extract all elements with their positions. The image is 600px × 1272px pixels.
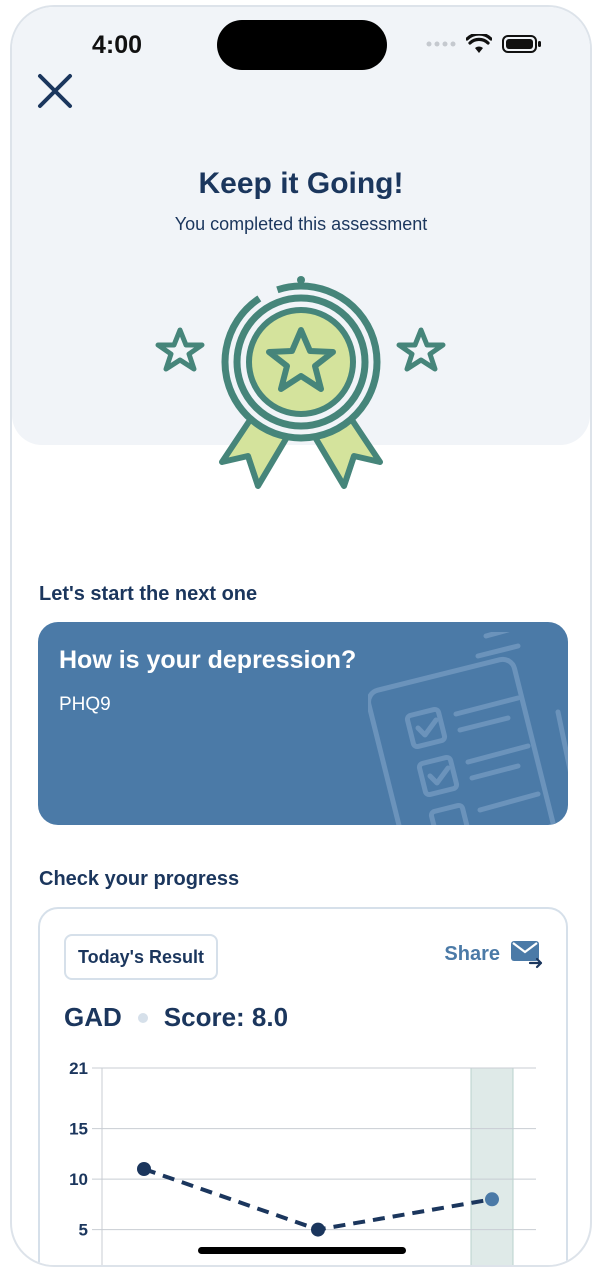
data-point — [311, 1222, 325, 1237]
share-label: Share — [444, 942, 500, 965]
progress-section-title: Check your progress — [39, 868, 240, 890]
y-tick-label: 21 — [69, 1059, 88, 1078]
page-subtitle: You completed this assessment — [174, 214, 428, 234]
y-tick-label: 15 — [69, 1120, 88, 1139]
score-line: GAD Score: 8.0 — [64, 1002, 288, 1033]
separator-dot — [137, 1012, 148, 1023]
next-card-title: How is your depression? — [59, 646, 357, 674]
data-point — [485, 1192, 499, 1207]
next-section-title: Let's start the next one — [39, 583, 258, 605]
status-icons — [426, 34, 542, 54]
score-value: Score: 8.0 — [163, 1002, 289, 1032]
dynamic-island — [217, 20, 387, 70]
left-star-icon — [155, 327, 205, 372]
close-button[interactable] — [34, 70, 76, 112]
phone-screen: 4:00 Keep it Going! You completed this a… — [10, 5, 592, 1267]
progress-card: Today's Result Share GAD Score: 8.0 21 15… — [38, 907, 568, 1265]
home-indicator — [198, 1247, 406, 1254]
measure-name: GAD — [64, 1002, 122, 1032]
signal-icon — [426, 41, 456, 47]
battery-icon — [502, 35, 541, 53]
y-tick-label: 10 — [69, 1170, 88, 1189]
series-line — [143, 1167, 493, 1232]
page-title: Keep it Going! — [198, 167, 404, 200]
wifi-icon — [466, 34, 492, 53]
todays-result-tag: Today's Result — [64, 934, 218, 980]
data-point — [137, 1162, 151, 1176]
right-star-icon — [396, 327, 446, 372]
score-chart: 21 15 10 5 — [69, 1059, 536, 1265]
share-button[interactable]: Share — [444, 939, 544, 969]
today-highlight — [470, 1067, 514, 1265]
next-card-code: PHQ9 — [59, 694, 111, 715]
next-assessment-card[interactable]: How is your depression? PHQ9 — [38, 622, 568, 825]
status-time: 4:00 — [92, 31, 143, 59]
award-medal-icon — [155, 276, 446, 489]
checklist-icon — [368, 632, 568, 825]
y-tick-label: 5 — [79, 1221, 88, 1240]
close-icon — [38, 74, 72, 108]
mail-forward-icon — [511, 941, 543, 969]
